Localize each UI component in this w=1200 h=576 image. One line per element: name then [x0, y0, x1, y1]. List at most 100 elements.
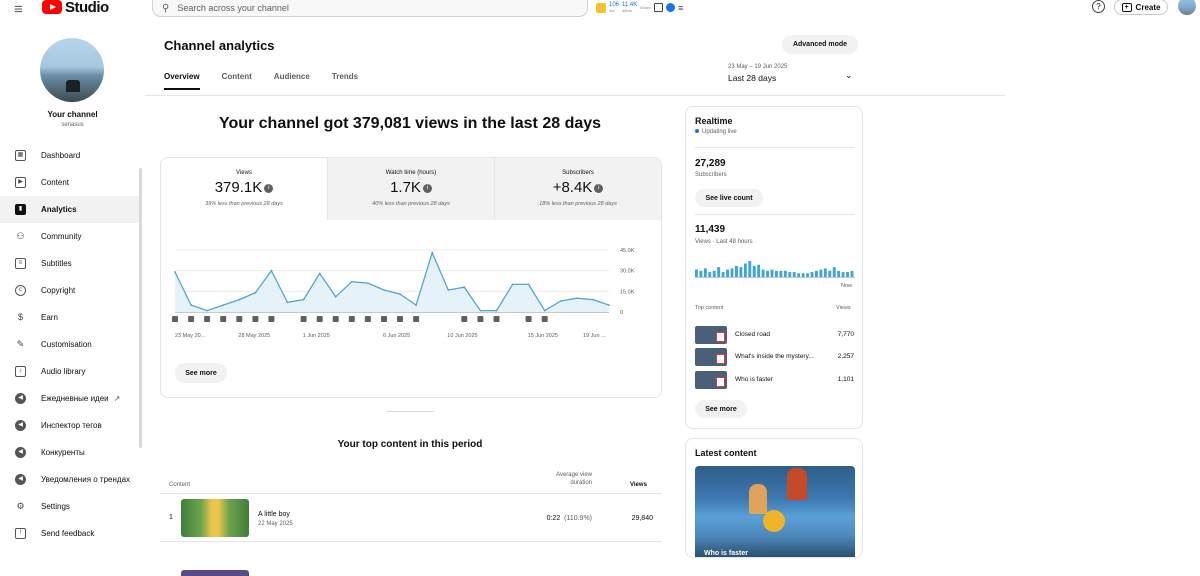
table-row[interactable]: 1 A little boy 22 May 2025 0:22 (110.9%)…: [160, 494, 662, 542]
metric-label: Views: [236, 170, 252, 176]
col-avg-duration[interactable]: Average view duration: [540, 471, 592, 487]
realtime-bar-chart[interactable]: [695, 259, 855, 279]
realtime-bar: [717, 267, 721, 277]
info-icon: i: [422, 183, 432, 193]
views-chart[interactable]: 45.0K 30.0K 15.0K 0 23 May 20... 28 May 2025 1…: [161, 220, 662, 350]
sidebar-item-community[interactable]: ⚇ Community: [0, 223, 139, 250]
sidebar-item-label: Earn: [41, 313, 58, 322]
x-tick-label: 6 Jun 2025: [383, 333, 410, 339]
upload-marker-icon: [252, 316, 259, 322]
studio-logo[interactable]: Studio: [42, 0, 109, 16]
realtime-bar: [801, 273, 805, 277]
ext-menu-icon[interactable]: ≡: [678, 3, 683, 13]
sidebar-item-send-feedback[interactable]: ! Send feedback: [0, 520, 139, 547]
metric-watch-time[interactable]: Watch time (hours) 1.7K i 40% less than p…: [328, 158, 495, 220]
table-header: Content Average view duration Views: [160, 468, 662, 494]
see-live-count-button[interactable]: See live count: [695, 189, 763, 207]
metric-subscribers[interactable]: Subscribers +8.4K i 18% less than previou…: [495, 158, 661, 220]
sidebar-item-daily-ideas[interactable]: ◀ Ежедневные идеи ↗: [0, 385, 139, 412]
y-tick-label: 30.0K: [620, 269, 635, 275]
menu-icon[interactable]: ≡: [14, 1, 23, 18]
realtime-views-label: Views · Last 48 hours: [695, 239, 753, 245]
date-range-picker[interactable]: 23 May – 19 Jun 2025 Last 28 days: [728, 64, 787, 83]
sidebar-item-settings[interactable]: ⚙ Settings: [0, 493, 139, 520]
sidebar-item-label: Audio library: [41, 367, 86, 376]
search-input[interactable]: [177, 3, 558, 13]
realtime-item[interactable]: What's inside the mystery... 2,257: [695, 348, 855, 366]
ext-circle-icon[interactable]: [665, 3, 675, 12]
search-bar[interactable]: ⚲: [152, 0, 588, 17]
sidebar-item-analytics[interactable]: ▮ Analytics: [0, 196, 139, 223]
realtime-item[interactable]: Closed road 7,770: [695, 326, 855, 344]
sidebar-item-label: Инспектор тегов: [41, 421, 102, 430]
data-point: [190, 304, 192, 306]
x-tick-label: 19 Jun ...: [583, 333, 606, 339]
ext-square-icon[interactable]: [653, 3, 663, 12]
see-more-button[interactable]: See more: [175, 363, 227, 383]
video-thumbnail[interactable]: [181, 570, 249, 576]
metric-value: 379.1K i: [161, 179, 327, 196]
sidebar-item-tag-inspector[interactable]: ◀ Инспектор тегов: [0, 412, 139, 439]
overview-card: Views 379.1K i 39% less than previous 28 …: [160, 157, 662, 398]
sidebar-item-dashboard[interactable]: ▦ Dashboard: [0, 142, 139, 169]
col-views[interactable]: Views: [630, 482, 647, 488]
sidebar-item-audio-library[interactable]: ♪ Audio library: [0, 358, 139, 385]
help-icon[interactable]: ?: [1092, 0, 1105, 13]
date-range-text: 23 May – 19 Jun 2025: [728, 64, 788, 70]
realtime-bar: [739, 267, 743, 277]
top-bar: ≡ Studio ⚲ 1061hr 11.4K48hrs 60sec ≡ ? +…: [0, 0, 1200, 22]
realtime-bar: [783, 270, 787, 277]
realtime-bar: [797, 273, 801, 277]
realtime-bar: [846, 272, 849, 277]
metric-views[interactable]: Views 379.1K i 39% less than previous 28 …: [161, 158, 328, 220]
sidebar-item-trend-alerts[interactable]: ◀ Уведомления о трендах: [0, 466, 139, 493]
sidebar-item-customisation[interactable]: ✎ Customisation: [0, 331, 139, 358]
sidebar-item-content[interactable]: ▶ Content: [0, 169, 139, 196]
sidebar-item-label: Community: [41, 232, 82, 241]
sidebar-scrollbar[interactable]: [139, 168, 142, 448]
sidebar-item-earn[interactable]: $ Earn: [0, 304, 139, 331]
data-point: [286, 301, 289, 304]
see-more-button[interactable]: See more: [695, 400, 747, 418]
upload-marker-icon: [332, 316, 339, 322]
latest-video-caption: Who is faster: [704, 550, 748, 557]
tab-content[interactable]: Content: [222, 72, 252, 90]
ext-stat-1hr: 106 1hr: [609, 1, 620, 13]
sidebar-item-competitors[interactable]: ◀ Конкуренты: [0, 439, 139, 466]
latest-video-thumbnail[interactable]: Who is faster: [695, 466, 855, 557]
x-tick-label: 1 Jun 2025: [303, 333, 330, 339]
video-thumbnail[interactable]: [181, 499, 249, 537]
metric-value: 1.7K i: [328, 179, 494, 196]
sidebar-item-label: Dashboard: [41, 151, 81, 160]
tab-overview[interactable]: Overview: [164, 72, 200, 90]
create-label: Create: [1135, 2, 1161, 12]
y-tick-label: 45.0K: [620, 248, 635, 254]
sidebar-item-label: Settings: [41, 502, 70, 511]
data-point: [238, 298, 241, 301]
ext-stat-60sec: 60sec: [640, 4, 651, 10]
advanced-mode-button[interactable]: Advanced mode: [782, 35, 858, 54]
channel-avatar[interactable]: [40, 38, 104, 102]
realtime-bar: [770, 269, 774, 277]
realtime-bar: [712, 270, 716, 277]
youtube-logo-icon: [42, 0, 62, 14]
extension-icon: [596, 2, 606, 13]
data-point: [447, 289, 450, 291]
realtime-bar: [810, 272, 814, 277]
upload-marker-icon: [413, 316, 420, 322]
x-tick-label: 15 Jun 2025: [528, 333, 558, 339]
data-point: [270, 269, 273, 272]
create-button[interactable]: + Create: [1114, 0, 1168, 15]
account-avatar[interactable]: [1178, 0, 1196, 15]
top-content-label: Top content: [695, 305, 724, 311]
tab-audience[interactable]: Audience: [274, 72, 310, 90]
extension-widget[interactable]: 106 1hr 11.4K 48hrs 60sec ≡: [596, 0, 702, 15]
chevron-down-icon[interactable]: ⌄: [845, 70, 853, 81]
sidebar-item-subtitles[interactable]: ≡ Subtitles: [0, 250, 139, 277]
sidebar-item-copyright[interactable]: c Copyright: [0, 277, 139, 304]
realtime-item-views: 7,770: [837, 331, 854, 338]
realtime-bar: [823, 268, 827, 277]
tab-trends[interactable]: Trends: [332, 72, 358, 90]
realtime-item[interactable]: Who is faster 1,101: [695, 371, 855, 389]
video-title[interactable]: A little boy: [258, 511, 290, 518]
